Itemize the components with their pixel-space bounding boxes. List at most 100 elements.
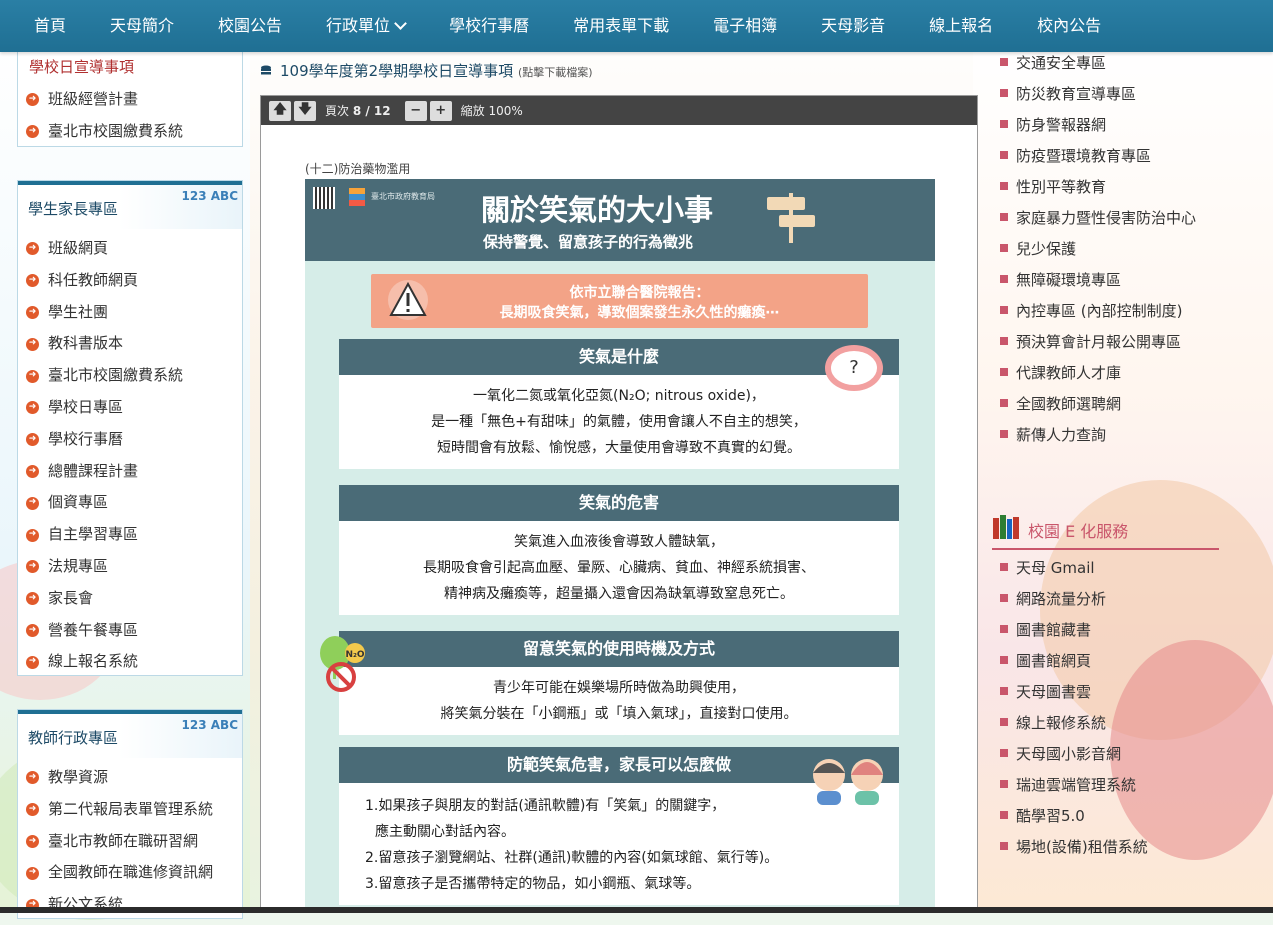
nav-albums[interactable]: 電子相簿 [691, 0, 799, 52]
nav-about[interactable]: 天母簡介 [88, 0, 196, 52]
list-item[interactable]: 家庭暴力暨性侵害防治中心 [1000, 203, 1196, 234]
section-title: 留意笑氣的使用時機及方式 [339, 631, 899, 667]
list-item[interactable]: 防疫暨環境教育專區 [1000, 141, 1196, 172]
list-item[interactable]: 交通安全專區 [1000, 48, 1196, 79]
list-item[interactable]: ➜ 臺北市教師在職研習網 [26, 826, 242, 858]
list-item[interactable]: 兒少保護 [1000, 234, 1196, 265]
list-item-label: 班級網頁 [48, 239, 109, 257]
poster-title: 關於笑氣的大小事 [481, 193, 714, 227]
arrow-down-icon[interactable]: 🡇 [294, 100, 316, 121]
list-item[interactable]: 防災教育宣導專區 [1000, 79, 1196, 110]
nav-calendar[interactable]: 學校行事曆 [427, 0, 551, 52]
warning-line-2: 長期吸食笑氣，導致個案發生永久性的癱瘓⋯ [499, 305, 780, 321]
list-item[interactable]: 薪傳人力查詢 [1000, 420, 1196, 451]
list-item[interactable]: ➜ 第二代報局表單管理系統 [26, 794, 242, 826]
list-item[interactable]: 酷學習5.0 [1000, 801, 1148, 832]
list-item-label: 線上報修系統 [1016, 714, 1107, 732]
list-item[interactable]: ➜ 線上報名系統 [26, 646, 242, 678]
list-item[interactable]: ➜ 自主學習專區 [26, 519, 242, 551]
list-item[interactable]: 天母 Gmail [1000, 553, 1148, 584]
list-item[interactable]: ➜ 營養午餐專區 [26, 615, 242, 647]
list-item-label: 天母圖書雲 [1016, 683, 1092, 701]
list-item[interactable]: 全國教師選聘網 [1000, 389, 1196, 420]
list-item[interactable]: 場地(設備)租借系統 [1000, 832, 1148, 863]
list-item[interactable]: 瑞迪雲端管理系統 [1000, 770, 1148, 801]
list-item[interactable]: ➜ 班級經營計畫 [26, 84, 242, 116]
bullet-arrow-icon: ➜ [26, 655, 39, 669]
list-item[interactable]: 天母圖書雲 [1000, 677, 1148, 708]
list-item[interactable]: ➜ 總體課程計畫 [26, 456, 242, 488]
nav-forms[interactable]: 常用表單下載 [551, 0, 691, 52]
list-item-label: 場地(設備)租借系統 [1016, 838, 1148, 856]
list-item[interactable]: 代課教師人才庫 [1000, 358, 1196, 389]
list-item[interactable]: ➜ 教科書版本 [26, 328, 242, 360]
list-item[interactable]: ➜ 家長會 [26, 583, 242, 615]
list-item[interactable]: ➜ 個資專區 [26, 487, 242, 519]
books-icon [993, 515, 1019, 539]
list-item[interactable]: 圖書館藏書 [1000, 615, 1148, 646]
bullet-arrow-icon: ➜ [26, 464, 39, 478]
square-bullet-icon [1000, 687, 1008, 695]
section-line: 精神病及癱瘓等，超量攝入還會因為缺氧導致窒息死亡。 [444, 586, 794, 602]
list-item[interactable]: ➜ 科任教師網頁 [26, 265, 242, 297]
org-name: 臺北市政府教育局 [371, 192, 435, 201]
list-item[interactable]: 預決算會計月報公開專區 [1000, 327, 1196, 358]
e-service-header: 校園 E 化服務 [992, 512, 1219, 550]
square-bullet-icon [1000, 151, 1008, 159]
section-line: 短時間會有放鬆、愉悅感，大量使用會導致不真實的幻覺。 [437, 440, 801, 456]
list-item[interactable]: ➜ 學校日專區 [26, 392, 242, 424]
list-item[interactable]: ➜ 教學資源 [26, 762, 242, 794]
nav-admin-units[interactable]: 行政單位 [304, 0, 427, 52]
minus-icon[interactable]: − [404, 100, 427, 121]
pdf-viewer[interactable]: 🡅 🡇 頁次 8 / 12 − + 縮放 100% (十二)防治藥物濫用 臺北市… [260, 95, 978, 913]
nav-signup[interactable]: 線上報名 [907, 0, 1015, 52]
list-item[interactable]: 線上報修系統 [1000, 708, 1148, 739]
list-item[interactable]: ➜ 全國教師在職進修資訊網 [26, 857, 242, 889]
list-item[interactable]: 天母國小影音網 [1000, 739, 1148, 770]
list-item-label: 自主學習專區 [48, 525, 139, 544]
square-bullet-icon [1000, 811, 1008, 819]
org-logo-icon [349, 188, 365, 206]
no-n2o-icon: N₂O [320, 636, 365, 692]
list-item[interactable]: ➜ 學校行事曆 [26, 424, 242, 456]
section-line: 3.留意孩子是否攜帶特定的物品，如小鋼瓶、氣球等。 [365, 876, 701, 892]
list-item[interactable]: 內控專區 (內部控制制度) [1000, 296, 1196, 327]
teacher-zone-header: 教師行政專區 123 ABC [18, 710, 242, 758]
zoom-label: 縮放 100% [460, 104, 523, 118]
bullet-arrow-icon: ➜ [26, 866, 39, 880]
list-item[interactable]: 圖書館網頁 [1000, 646, 1148, 677]
square-bullet-icon [1000, 749, 1008, 757]
warning-banner: 依市立聯合醫院報告： 長期吸食笑氣，導致個案發生永久性的癱瘓⋯ [371, 274, 868, 328]
list-item[interactable]: ➜ 學生社團 [26, 297, 242, 329]
list-item[interactable]: 無障礙環境專區 [1000, 265, 1196, 296]
nav-videos[interactable]: 天母影音 [799, 0, 907, 52]
section-what: 笑氣是什麼 一氧化二氮或氧化亞氮(N₂O; nitrous oxide)， 是一… [339, 339, 899, 469]
list-item-label: 圖書館網頁 [1016, 652, 1092, 670]
list-item-label: 總體課程計畫 [48, 461, 139, 480]
arrow-up-icon[interactable]: 🡅 [269, 100, 291, 121]
list-item[interactable]: ➜ 班級網頁 [26, 233, 242, 265]
list-item[interactable]: ➜ 臺北市校園繳費系統 [26, 116, 242, 148]
nav-internal-news[interactable]: 校內公告 [1015, 0, 1123, 52]
signpost-icon [767, 193, 815, 243]
nav-home[interactable]: 首頁 [0, 0, 88, 52]
abc-globe-icon: 123 ABC [181, 189, 238, 203]
list-item[interactable]: ➜ 新公文系統 [26, 889, 242, 921]
list-item[interactable]: ➜ 臺北市校園繳費系統 [26, 360, 242, 392]
list-item[interactable]: 防身警報器網 [1000, 110, 1196, 141]
plus-icon[interactable]: + [429, 100, 452, 121]
bubble-text: ? [831, 351, 877, 385]
square-bullet-icon [1000, 182, 1008, 190]
square-bullet-icon [1000, 306, 1008, 314]
parent-zone-header: 學生家長專區 123 ABC [18, 181, 242, 229]
square-bullet-icon [1000, 594, 1008, 602]
bullet-arrow-icon: ➜ [26, 528, 39, 542]
page-label: 頁次 [325, 104, 350, 118]
list-item[interactable]: 學校日宣導事項 [26, 52, 242, 84]
nav-campus-news[interactable]: 校園公告 [196, 0, 304, 52]
document-title-link[interactable]: 109學年度第2學期學校日宣導事項 [280, 62, 513, 80]
list-item[interactable]: 性別平等教育 [1000, 172, 1196, 203]
list-item[interactable]: ➜ 法規專區 [26, 551, 242, 583]
list-item-label: 第二代報局表單管理系統 [48, 799, 214, 818]
list-item[interactable]: 網路流量分析 [1000, 584, 1148, 615]
